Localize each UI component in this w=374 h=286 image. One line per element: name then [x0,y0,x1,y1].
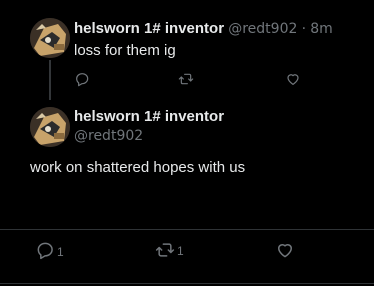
reply-button[interactable]: 1 [35,240,64,260]
avatar[interactable] [30,107,70,147]
post-text: work on shattered hopes with us [30,159,246,176]
comment-icon [35,240,55,260]
avatar[interactable] [30,18,70,58]
repost-icon [155,240,175,260]
divider [0,229,374,230]
like-button[interactable] [275,240,295,260]
thread-connector [49,60,51,100]
like-button[interactable] [285,71,301,87]
reply-button[interactable] [74,71,90,87]
display-name[interactable]: helsworn 1# inventor [74,108,224,125]
repost-icon [178,71,194,87]
handle[interactable]: @redt902 [228,21,297,37]
comment-icon [74,71,90,87]
repost-count: 1 [177,244,184,258]
separator: · [301,21,307,37]
reply-count: 1 [57,245,64,259]
reply-header: helsworn 1# inventor @redt902 · 8m [74,20,333,38]
handle[interactable]: @redt902 [74,128,143,144]
repost-button[interactable] [178,71,194,87]
repost-button[interactable]: 1 [155,240,184,260]
post-author-name: helsworn 1# inventor [74,108,224,126]
reply-text: loss for them ig [74,42,176,59]
heart-icon [285,71,301,87]
divider [0,283,374,284]
display-name[interactable]: helsworn 1# inventor [74,20,224,37]
post-author-handle: @redt902 [74,127,143,145]
heart-icon [275,240,295,260]
timestamp[interactable]: 8m [310,21,333,37]
